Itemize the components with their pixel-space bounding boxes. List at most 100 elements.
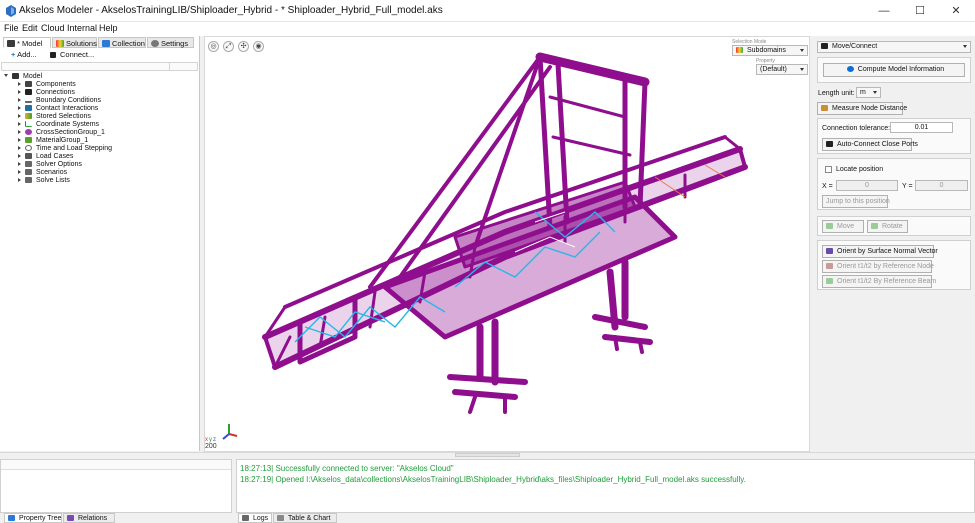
- material-icon: [25, 137, 32, 143]
- expand-arrow-icon[interactable]: [18, 138, 21, 142]
- expand-arrow-icon[interactable]: [18, 146, 21, 150]
- tab-logs-label: Logs: [253, 515, 269, 522]
- menu-file[interactable]: File: [4, 23, 19, 33]
- tree-item-load-cases[interactable]: Load Cases: [4, 153, 198, 161]
- menu-internal[interactable]: Internal: [67, 23, 97, 33]
- tree-item-time-load-stepping[interactable]: Time and Load Stepping: [4, 145, 198, 153]
- tab-relations[interactable]: Relations: [63, 513, 115, 523]
- expand-arrow-icon[interactable]: [18, 130, 21, 134]
- collection-icon: [102, 40, 110, 47]
- orient-surface-normal-button[interactable]: Orient by Surface Normal Vector: [822, 245, 938, 258]
- tab-collection[interactable]: Collection: [98, 37, 146, 48]
- menu-help[interactable]: Help: [99, 23, 118, 33]
- add-label: Add...: [17, 50, 37, 59]
- expand-arrow-icon[interactable]: [18, 90, 21, 94]
- window-title: Akselos Modeler - AkselosTrainingLIB/Shi…: [19, 5, 443, 16]
- orient-reference-beam-button[interactable]: Orient t1/t2 By Reference Beam: [822, 275, 936, 288]
- jump-to-position-button[interactable]: Jump to this position: [822, 195, 890, 208]
- connect-button[interactable]: Connect...: [50, 50, 94, 59]
- model-icon: [7, 40, 15, 47]
- y-input[interactable]: 0: [915, 180, 968, 191]
- tree-item-label: Components: [36, 81, 76, 88]
- tree-item-solver-options[interactable]: Solver Options: [4, 161, 198, 169]
- move-button[interactable]: Move: [822, 220, 864, 233]
- maximize-button[interactable]: ☐: [902, 0, 938, 22]
- splitter-handle[interactable]: [455, 453, 520, 457]
- measure-node-distance-button[interactable]: Measure Node Distance: [817, 102, 907, 115]
- title-bar: Akselos Modeler - AkselosTrainingLIB/Shi…: [0, 0, 975, 22]
- auto-connect-button[interactable]: Auto-Connect Close Ports: [822, 138, 918, 151]
- tree-item-label: Load Cases: [36, 153, 74, 160]
- tolerance-input[interactable]: 0.01: [890, 122, 953, 133]
- solutions-icon: [56, 40, 64, 47]
- rotate-icon: [871, 223, 878, 229]
- locate-checkbox[interactable]: [825, 166, 832, 173]
- tab-solutions[interactable]: Solutions: [52, 37, 97, 48]
- x-input[interactable]: 0: [836, 180, 898, 191]
- rotate-button[interactable]: Rotate: [867, 220, 908, 233]
- visibility-eye-icon[interactable]: ◉: [253, 41, 264, 52]
- tree-item-label: MaterialGroup_1: [36, 137, 89, 144]
- fit-view-icon[interactable]: ⤢: [223, 41, 234, 52]
- tree-item-coordinate-systems[interactable]: Coordinate Systems: [4, 121, 198, 129]
- axes-view-icon[interactable]: ✣: [238, 41, 249, 52]
- tree-item-components[interactable]: Components: [4, 81, 198, 89]
- orient-reference-node-button[interactable]: Orient t1/t2 by Reference Node: [822, 260, 934, 273]
- tree-item-label: Solve Lists: [36, 177, 70, 184]
- 3d-viewport[interactable]: ◎ ⤢ ✣ ◉ Selection Mode Subdomains Proper…: [204, 36, 810, 452]
- tab-settings[interactable]: Settings: [147, 37, 194, 48]
- property-select[interactable]: (Default): [756, 64, 808, 75]
- close-button[interactable]: ✕: [938, 0, 974, 22]
- measure-label: Measure Node Distance: [832, 105, 908, 112]
- model-icon: [12, 73, 19, 79]
- tree-item-solve-lists[interactable]: Solve Lists: [4, 177, 198, 185]
- expand-arrow-icon[interactable]: [18, 82, 21, 86]
- relations-icon: [67, 515, 74, 521]
- collapse-arrow-icon[interactable]: [4, 74, 8, 77]
- stored-selections-icon: [25, 113, 32, 119]
- move-connect-icon: [821, 43, 828, 49]
- menu-edit[interactable]: Edit: [22, 23, 38, 33]
- tree-item-boundary-conditions[interactable]: Boundary Conditions: [4, 97, 198, 105]
- compute-model-info-button[interactable]: Compute Model Information: [823, 63, 965, 77]
- contact-interactions-icon: [25, 105, 32, 111]
- rotate-view-icon[interactable]: ◎: [208, 41, 219, 52]
- expand-arrow-icon[interactable]: [18, 162, 21, 166]
- tree-item-contact-interactions[interactable]: Contact Interactions: [4, 105, 198, 113]
- menu-cloud[interactable]: Cloud: [41, 23, 65, 33]
- expand-arrow-icon[interactable]: [18, 122, 21, 126]
- tree-item-scenarios[interactable]: Scenarios: [4, 169, 198, 177]
- connect-icon: [826, 141, 833, 147]
- tree-item-label: Contact Interactions: [36, 105, 99, 112]
- tab-property-tree[interactable]: Property Tree: [4, 513, 62, 523]
- tree-item-material-group[interactable]: MaterialGroup_1: [4, 137, 198, 145]
- expand-arrow-icon[interactable]: [18, 154, 21, 158]
- expand-arrow-icon[interactable]: [18, 106, 21, 110]
- tool-mode-select[interactable]: Move/Connect: [817, 41, 971, 53]
- selection-mode-select[interactable]: Subdomains: [732, 45, 808, 56]
- property-tree-panel: [0, 459, 232, 513]
- connect-icon: [50, 52, 56, 58]
- surface-normal-icon: [826, 248, 833, 254]
- expand-arrow-icon[interactable]: [18, 178, 21, 182]
- tab-logs[interactable]: Logs: [238, 513, 272, 523]
- tab-table-chart[interactable]: Table & Chart: [273, 513, 337, 523]
- chevron-down-icon: [800, 68, 804, 71]
- length-unit-select[interactable]: m: [856, 87, 881, 98]
- tree-root[interactable]: Model: [4, 73, 198, 81]
- tab-model[interactable]: * Model: [3, 37, 51, 48]
- reference-node-icon: [826, 263, 833, 269]
- expand-arrow-icon[interactable]: [18, 114, 21, 118]
- minimize-button[interactable]: —: [866, 0, 902, 22]
- tree-root-label: Model: [23, 73, 43, 80]
- add-button[interactable]: + Add...: [11, 50, 37, 59]
- expand-arrow-icon[interactable]: [18, 98, 21, 102]
- expand-arrow-icon[interactable]: [18, 170, 21, 174]
- tree-item-stored-selections[interactable]: Stored Selections: [4, 113, 198, 121]
- shiploader-model[interactable]: [205, 37, 811, 453]
- property-tree-header: [1, 460, 231, 470]
- tree-item-cross-section-group[interactable]: CrossSectionGroup_1: [4, 129, 198, 137]
- tree-item-label: Scenarios: [36, 169, 68, 176]
- orient-beam-label: Orient t1/t2 By Reference Beam: [837, 278, 937, 285]
- tree-item-connections[interactable]: Connections: [4, 89, 198, 97]
